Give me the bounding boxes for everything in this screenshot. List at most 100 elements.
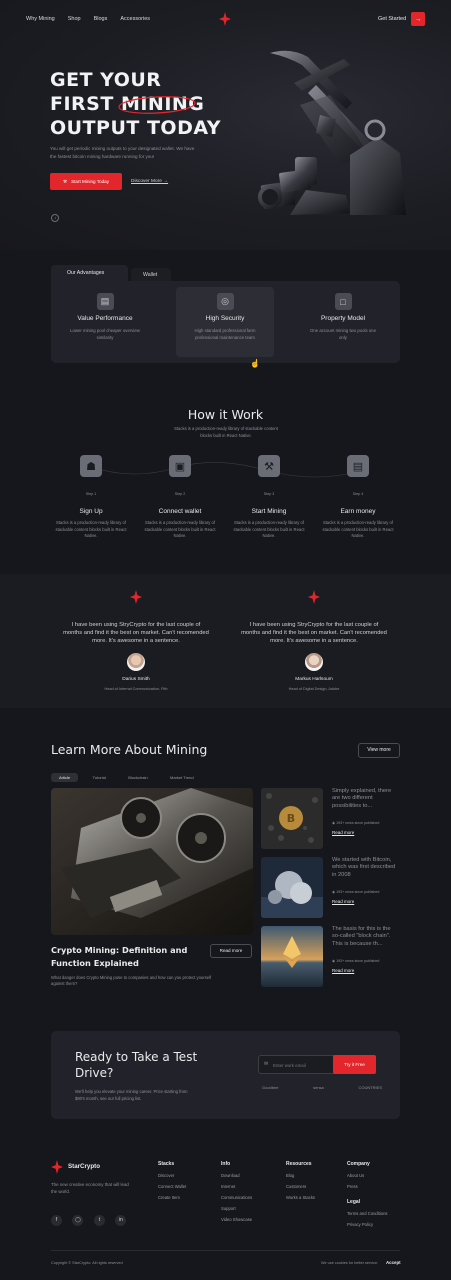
- login-arrow-button[interactable]: →: [411, 12, 425, 26]
- learn-tabs: Article Tutorial Blockchain Market Trend: [51, 766, 204, 784]
- testimonial-name: Markus Harlsoum: [295, 677, 333, 682]
- testimonial-quote: I have been using StryCrypto for the las…: [63, 622, 209, 644]
- mining-illustration: [258, 50, 406, 215]
- footer-tagline: The new creative economy that will lead …: [51, 1182, 129, 1194]
- step-sign-up: ☗ Step 1 Sign Up Stacks is a production-…: [46, 455, 136, 540]
- hero-title-mining-wrap: MINING: [118, 92, 204, 116]
- advantage-card-security[interactable]: ◎ High Security High standard profession…: [176, 287, 274, 357]
- email-field[interactable]: [273, 1059, 333, 1071]
- side-article-text: The basis for this is the so-called "blo…: [332, 926, 391, 947]
- login-arrow-icon: →: [414, 15, 422, 23]
- testimonial-card: I have been using StryCrypto for the las…: [224, 590, 404, 691]
- testimonial-role: Head of Internal Communication, Fitb: [104, 687, 168, 691]
- side-read-more-link[interactable]: Read more: [332, 830, 354, 835]
- try-free-button[interactable]: Try it Free: [333, 1055, 376, 1074]
- tab-blockchain[interactable]: Blockchain: [120, 773, 155, 782]
- testimonial-name: Darius Smith: [122, 677, 150, 682]
- advantage-sub: High standard professional farm professi…: [194, 328, 256, 340]
- nav-shop[interactable]: Shop: [68, 16, 81, 22]
- nav-why-mining[interactable]: Why Mining: [26, 16, 55, 22]
- main-read-more-button[interactable]: Read more: [210, 944, 252, 958]
- footer-brand[interactable]: StarCrypto: [68, 1163, 100, 1170]
- step-number: Step 1: [85, 492, 97, 496]
- logo-star-icon[interactable]: [219, 12, 231, 26]
- side-article-meta-text: 193+ news since published: [336, 821, 380, 825]
- footer-link[interactable]: Privacy Policy: [347, 1222, 388, 1227]
- footer-link[interactable]: Terms and Conditions: [347, 1211, 388, 1216]
- advantage-sub: One account mining two pools one only: [310, 328, 376, 340]
- scroll-down-icon[interactable]: ↓: [51, 214, 59, 222]
- copyright: Copyright © StarCrypto. All rights reser…: [51, 1261, 123, 1265]
- hero-title-line3: OUTPUT TODAY: [50, 117, 221, 139]
- eye-icon: ◉: [332, 890, 336, 894]
- tab-wallet[interactable]: Wallet: [131, 268, 171, 282]
- footer-link[interactable]: Discover: [158, 1173, 186, 1178]
- advantage-card-value[interactable]: ▤ Value Performance Lower mining pool ch…: [56, 287, 154, 357]
- footer-link[interactable]: Works a Stacks: [286, 1195, 315, 1200]
- safe-icon: ▣: [169, 455, 191, 477]
- footer-col-company: Company About Us Press Legal Terms and C…: [347, 1161, 388, 1227]
- nav-blogs[interactable]: Blogs: [94, 16, 108, 22]
- cta-title: Ready to Take a Test Drive?: [75, 1050, 198, 1080]
- footer-link[interactable]: Internet: [221, 1184, 252, 1189]
- star-icon: [308, 590, 320, 604]
- step-number: Step 4: [352, 492, 364, 496]
- tab-article[interactable]: Article: [51, 773, 79, 782]
- hero-title-first: FIRST: [50, 93, 114, 115]
- presentation-icon: □: [334, 293, 352, 310]
- crypto-coins-keyboard-image[interactable]: [261, 857, 323, 918]
- footer-link[interactable]: Download: [221, 1173, 252, 1178]
- advantage-card-property[interactable]: □ Property Model One account mining two …: [294, 287, 392, 357]
- footer-link[interactable]: Customers: [286, 1184, 315, 1189]
- linkedin-icon[interactable]: in: [115, 1214, 127, 1226]
- ethereum-sunset-image[interactable]: [261, 926, 323, 987]
- footer-col-heading: Stacks: [158, 1161, 175, 1167]
- testimonial-role: Head of Digital Design, Adobe: [288, 687, 340, 691]
- footer-link[interactable]: Blog: [286, 1173, 315, 1178]
- step-sub: Stacks is a production-ready library of …: [233, 520, 305, 539]
- facebook-icon[interactable]: f: [51, 1214, 62, 1226]
- tab-market-trend[interactable]: Market Trend: [162, 773, 202, 782]
- gpu-article-image[interactable]: [51, 788, 253, 935]
- advantage-title: Property Model: [320, 315, 366, 322]
- main-article-title[interactable]: Crypto Mining: Definition and Function E…: [51, 944, 201, 970]
- advantage-sub: Lower mining pool cheaper overview simil…: [70, 328, 140, 340]
- footer-link[interactable]: Connect Wallet: [158, 1184, 186, 1189]
- step-start-mining: ⚒ Step 3 Start Mining Stacks is a produc…: [224, 455, 314, 540]
- accept-cookies-button[interactable]: Accept: [386, 1260, 401, 1265]
- footer-link[interactable]: About Us: [347, 1173, 388, 1178]
- eye-icon: ◉: [332, 959, 336, 963]
- discover-more-link[interactable]: Discover More →: [131, 179, 168, 184]
- bitcoin-coins-image[interactable]: B: [261, 788, 323, 849]
- cookie-notice: We use cookies for better service.: [321, 1261, 379, 1265]
- footer-link[interactable]: Press: [347, 1184, 388, 1189]
- view-more-button[interactable]: View more: [358, 743, 400, 758]
- hand-cursor-icon: ☝: [250, 359, 260, 368]
- footer-col-heading: Resources: [286, 1161, 312, 1167]
- side-read-more-link[interactable]: Read more: [332, 968, 354, 973]
- start-mining-button[interactable]: ⚒ Start Mining Today: [50, 173, 122, 190]
- footer-link[interactable]: Support: [221, 1206, 252, 1211]
- footer-logo-star-icon: [51, 1160, 63, 1174]
- nav-accessories[interactable]: Accessories: [120, 16, 150, 22]
- footer-link[interactable]: Create Item: [158, 1195, 186, 1200]
- tab-tutorial[interactable]: Tutorial: [85, 773, 114, 782]
- brand-goodbee: Goodbee: [262, 1085, 279, 1090]
- twitter-icon[interactable]: t: [93, 1214, 105, 1226]
- avatar: [127, 653, 145, 671]
- footer-link[interactable]: Video Showcase: [221, 1217, 252, 1222]
- side-read-more-link[interactable]: Read more: [332, 899, 354, 904]
- padlock-icon: ☗: [80, 455, 102, 477]
- footer-legal-heading: Legal: [347, 1199, 361, 1205]
- footer-link[interactable]: Communications: [221, 1195, 252, 1200]
- scribble-circle-icon: [118, 96, 196, 114]
- how-title: How it Work: [187, 407, 264, 422]
- side-article-text: We started with Bitcoin, which was first…: [332, 857, 396, 878]
- testimonial-card: I have been using StryCrypto for the las…: [46, 590, 226, 691]
- star-icon: [130, 590, 142, 604]
- get-started-link[interactable]: Get Started: [378, 16, 406, 22]
- wallet-icon: ▤: [96, 293, 114, 310]
- instagram-icon[interactable]: ◯: [72, 1214, 84, 1226]
- step-sub: Stacks is a production-ready library of …: [322, 520, 394, 539]
- wallet-coin-icon: ▤: [347, 455, 369, 477]
